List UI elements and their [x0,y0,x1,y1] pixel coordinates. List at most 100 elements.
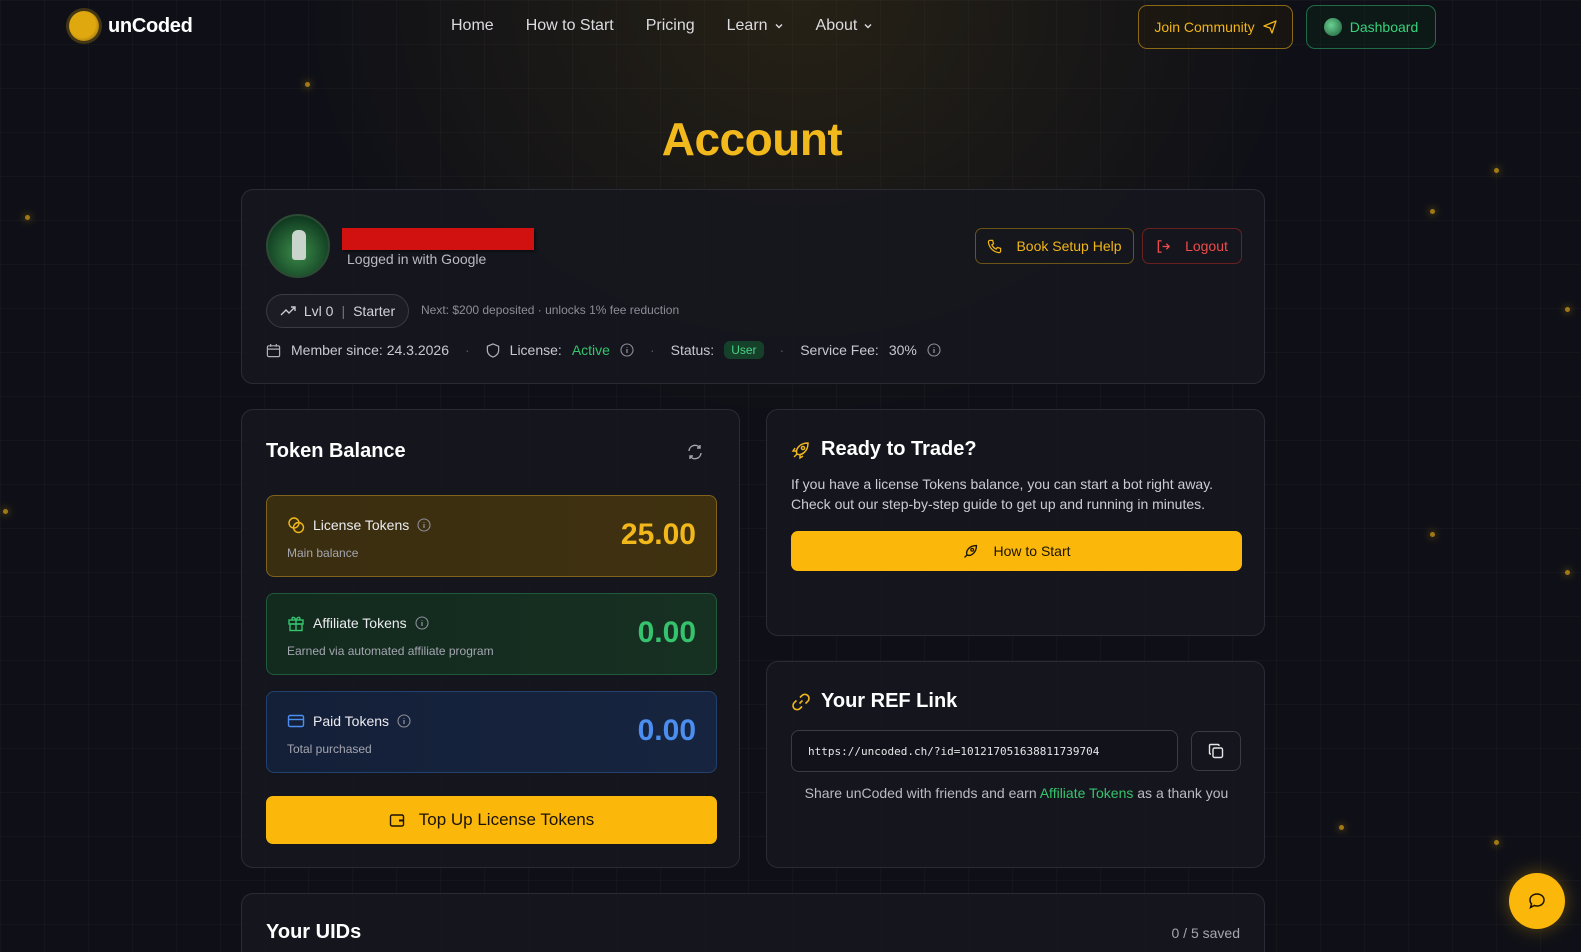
wallet-icon [389,814,404,827]
book-setup-help-label: Book Setup Help [1016,238,1122,254]
license-tokens-value: 25.00 [620,518,696,551]
service-fee-label: Service Fee: [800,342,879,358]
license-status: Active [571,342,610,358]
affiliate-tokens-sub: Earned via automated affiliate program [287,644,494,658]
next-level-hint: Next: $200 deposited · unlocks 1% fee re… [421,303,680,317]
book-setup-help-button[interactable]: Book Setup Help [975,228,1134,264]
affiliate-tokens-link[interactable]: Affiliate Tokens [1040,785,1134,801]
license-tokens-box: License Tokens Main balance 25.00 [266,495,717,577]
paid-tokens-sub: Total purchased [287,742,372,756]
license-tokens-label: License Tokens [313,517,410,533]
brand[interactable]: unCoded [69,11,193,41]
redacted-username [342,228,534,250]
ref-link-title: Your REF Link [821,690,958,712]
level-pill[interactable]: Lvl 0 | Starter [266,294,409,328]
separator: · [649,342,655,358]
nav-link-about[interactable]: About [816,17,874,35]
ref-link-card: Your REF Link https://uncoded.ch/?id=101… [766,661,1265,868]
avatar-figure [292,230,306,260]
shield-icon [486,342,499,358]
coins-icon [288,517,305,534]
particle [1565,307,1570,312]
affiliate-tokens-label: Affiliate Tokens [313,615,407,631]
level-name: Starter [353,303,396,319]
nav-link-how-to-start[interactable]: How to Start [526,17,614,35]
particle [25,215,30,220]
uids-title: Your UIDs [266,921,362,943]
login-method: Logged in with Google [347,251,487,267]
join-community-button[interactable]: Join Community [1138,5,1293,49]
status-label: Status: [670,342,715,358]
avatar[interactable] [266,214,330,278]
service-fee-value: 30% [888,342,917,358]
nav-link-pricing[interactable]: Pricing [646,17,695,35]
license-label: License: [509,342,562,358]
info-icon[interactable] [397,714,411,728]
info-icon[interactable] [927,343,941,357]
particle [1494,840,1499,845]
rocket-icon [791,441,809,459]
info-icon[interactable] [620,343,634,357]
nav-link-learn-label: Learn [726,17,768,34]
top-nav: unCoded Home How to Start Pricing Learn … [0,0,1581,54]
uids-card: Your UIDs 0 / 5 saved [241,893,1265,952]
chat-button[interactable] [1509,873,1565,929]
top-up-license-tokens-button[interactable]: Top Up License Tokens [266,796,717,844]
copy-icon [1208,743,1224,759]
link-icon [792,693,810,710]
ready-description: If you have a license Tokens balance, yo… [791,476,1214,512]
dashboard-label: Dashboard [1349,19,1419,35]
ref-note-post: as a thank you [1133,785,1229,801]
ref-link-field[interactable]: https://uncoded.ch/?id=10121705163881173… [791,730,1178,772]
page-title: Account [661,113,843,165]
nav-link-home[interactable]: Home [451,17,494,35]
paid-tokens-label: Paid Tokens [313,713,390,729]
nav-link-learn[interactable]: Learn [727,17,784,35]
send-icon [1263,20,1277,34]
gift-icon [288,616,304,632]
particle [305,82,310,87]
globe-icon [1323,18,1342,36]
logout-button[interactable]: Logout [1142,228,1242,264]
particle [3,509,8,514]
rocket-icon [964,544,978,558]
brand-logo [69,11,99,41]
particle [1565,570,1570,575]
paid-tokens-value: 0.00 [637,714,696,747]
how-to-start-label: How to Start [993,543,1071,559]
particle [1430,209,1435,214]
account-meta: Member since: 24.3.2026 · License: Activ… [266,341,941,359]
trend-up-icon [280,306,296,316]
brand-name: unCoded [108,14,193,37]
copy-button[interactable] [1191,731,1241,771]
dashboard-button[interactable]: Dashboard [1306,5,1436,49]
refresh-icon[interactable] [686,443,704,461]
logout-icon [1157,239,1171,253]
ref-note-pre: Share unCoded with friends and earn [804,785,1040,801]
nav-links: Home How to Start Pricing Learn About [451,17,873,35]
separator: · [464,342,470,358]
particle [1339,825,1344,830]
paid-tokens-box: Paid Tokens Total purchased 0.00 [266,691,717,773]
member-since: Member since: 24.3.2026 [291,342,449,358]
chevron-down-icon [864,24,872,29]
calendar-icon [266,343,281,357]
info-icon[interactable] [417,518,431,532]
phone-icon [988,239,1002,253]
how-to-start-button[interactable]: How to Start [791,531,1242,571]
ref-share-note: Share unCoded with friends and earn Affi… [767,785,1266,801]
affiliate-tokens-value: 0.00 [637,616,696,649]
level-separator: | [341,303,346,319]
logout-label: Logout [1185,238,1228,254]
uids-count: 0 / 5 saved [1171,925,1241,941]
nav-link-about-label: About [815,17,858,34]
status-badge: User [724,341,764,359]
card-icon [287,714,305,728]
affiliate-tokens-box: Affiliate Tokens Earned via automated af… [266,593,717,675]
license-tokens-sub: Main balance [287,546,359,560]
info-icon[interactable] [415,616,429,630]
particle [1430,532,1435,537]
level-value: Lvl 0 [303,303,334,319]
profile-card: Logged in with Google Book Setup Help Lo… [241,189,1265,384]
chat-icon [1529,893,1545,909]
